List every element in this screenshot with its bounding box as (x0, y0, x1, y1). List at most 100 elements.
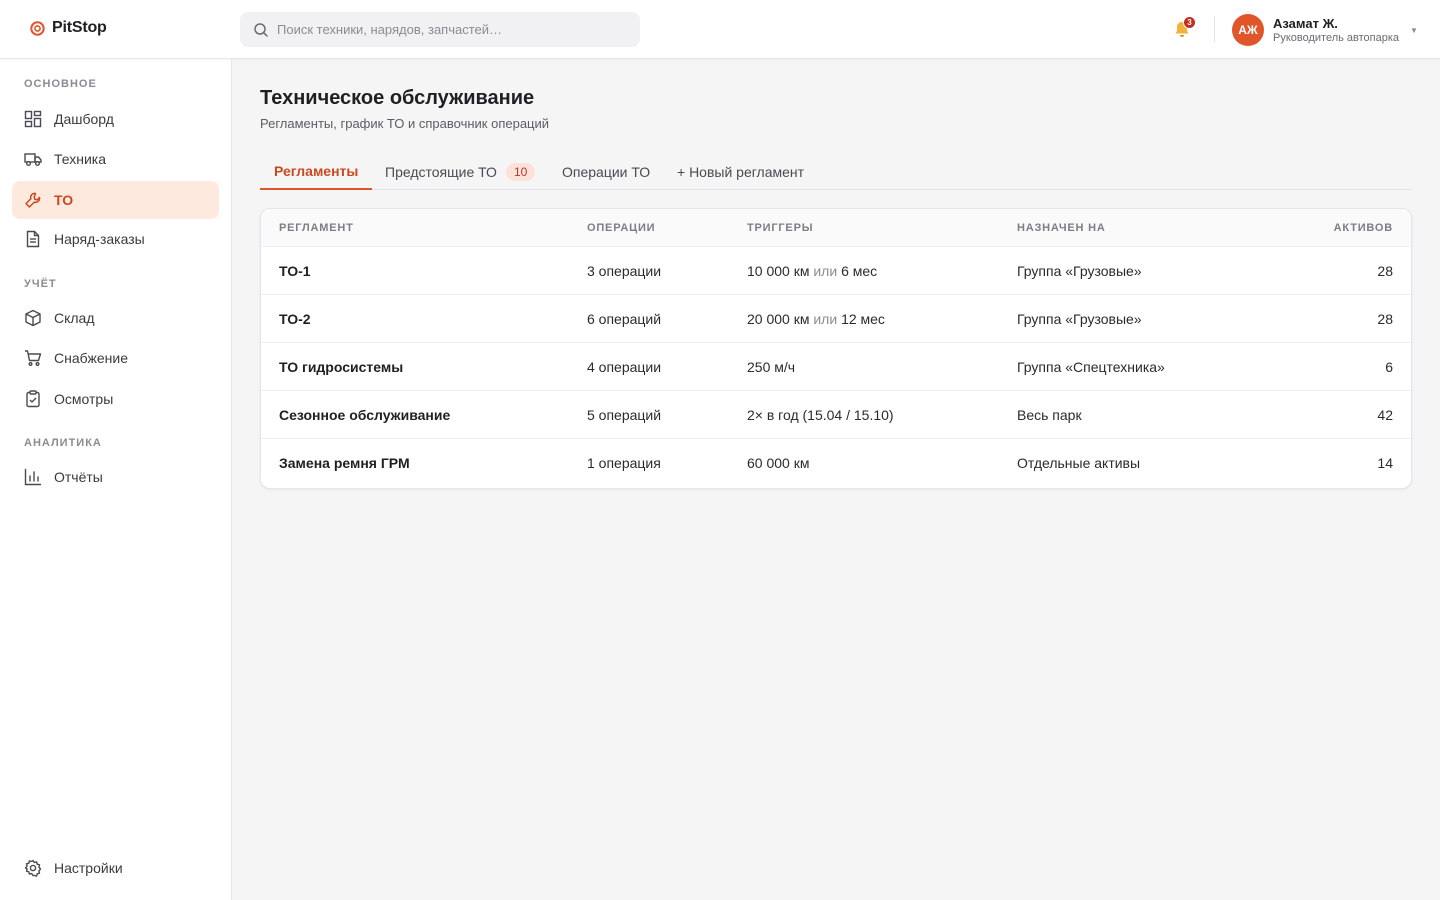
search-icon (253, 22, 269, 38)
sidebar-item-dashboard[interactable]: Дашборд (12, 100, 219, 138)
column-header: НАЗНАЧЕН НА (1017, 222, 1106, 234)
regulation-name: ТО гидросистемы (279, 359, 404, 375)
notifications-button[interactable]: 3 (1173, 16, 1196, 40)
assigned-to: Отдельные активы (1017, 455, 1141, 471)
dashboard-icon (24, 110, 42, 128)
sidebar-item-warehouse[interactable]: Склад (12, 299, 219, 337)
notification-count-badge: 3 (1183, 16, 1196, 29)
trigger-primary: 2× в год (15.04 / 15.10) (747, 407, 894, 423)
trigger: 250 м/ч (747, 359, 795, 375)
user-menu[interactable]: АЖ Азамат Ж. Руководитель автопарка ▼ (1232, 14, 1418, 46)
tab-label: Предстоящие ТО (385, 164, 497, 180)
assets-count: 28 (1377, 311, 1393, 327)
sidebar-item-label: Осмотры (54, 391, 114, 407)
sidebar-item-work-orders[interactable]: Наряд-заказы (12, 220, 219, 258)
operations-count: 6 операций (587, 311, 662, 327)
header-divider (1214, 16, 1215, 43)
search-input[interactable] (277, 22, 617, 37)
sidebar-item-label: Склад (54, 310, 95, 326)
assigned-to: Группа «Грузовые» (1017, 311, 1142, 327)
app-name: PitStop (52, 19, 107, 36)
new-regulation-button[interactable]: + Новый регламент (677, 154, 804, 190)
trigger: 60 000 км (747, 455, 809, 471)
trigger: 20 000 км или 12 мес (747, 311, 885, 327)
operations-count: 1 операция (587, 455, 661, 471)
page-subtitle: Регламенты, график ТО и справочник опера… (260, 116, 550, 131)
operations-count: 5 операций (587, 407, 662, 423)
sidebar-item-settings[interactable]: Настройки (12, 849, 219, 887)
column-header: ОПЕРАЦИИ (587, 222, 656, 234)
user-name: Азамат Ж. (1273, 15, 1338, 31)
column-header: АКТИВОВ (1333, 222, 1393, 234)
top-bar: PitStop 3 АЖ Азамат Ж. Руководитель авто… (0, 0, 1440, 59)
clipboard-check-icon (24, 390, 42, 408)
logo-icon (29, 20, 46, 37)
table-row[interactable]: ТО гидросистемы 4 операции 250 м/ч Групп… (261, 343, 1411, 391)
tab-operations[interactable]: Операции ТО (562, 154, 650, 190)
table-row[interactable]: ТО-1 3 операции 10 000 км или 6 мес Груп… (261, 247, 1411, 295)
sidebar-section-title: АНАЛИТИКА (24, 437, 102, 449)
sidebar-item-label: Отчёты (54, 469, 103, 485)
sidebar-item-label: Наряд-заказы (54, 231, 145, 247)
assets-count: 6 (1385, 359, 1393, 375)
tab-regulations[interactable]: Регламенты (260, 154, 373, 190)
main-content: Техническое обслуживание Регламенты, гра… (232, 59, 1440, 900)
wrench-icon (24, 191, 42, 209)
regulation-name: Замена ремня ГРМ (279, 455, 410, 471)
trigger-primary: 20 000 км (747, 311, 810, 327)
regulation-name: Сезонное обслуживание (279, 407, 451, 423)
truck-icon (24, 150, 42, 168)
sidebar-item-label: Снабжение (54, 350, 128, 366)
bar-chart-icon (24, 468, 42, 486)
tab-label: Регламенты (274, 163, 359, 179)
trigger-or: или (813, 311, 838, 327)
assigned-to: Группа «Спецтехника» (1017, 359, 1165, 375)
sidebar-section-title: УЧЁТ (24, 278, 57, 290)
trigger: 10 000 км или 6 мес (747, 263, 877, 279)
column-header: ТРИГГЕРЫ (747, 222, 814, 234)
assets-count: 28 (1377, 263, 1393, 279)
trigger-primary: 250 м/ч (747, 359, 796, 375)
trigger-primary: 10 000 км (747, 263, 810, 279)
sidebar-item-vehicles[interactable]: Техника (12, 140, 219, 178)
document-icon (24, 230, 42, 248)
column-header: РЕГЛАМЕНТ (279, 222, 354, 234)
assets-count: 42 (1377, 407, 1393, 423)
sidebar-item-label: ТО (54, 192, 74, 208)
tab-upcoming[interactable]: Предстоящие ТО 10 (385, 154, 536, 190)
page-title: Техническое обслуживание (260, 87, 535, 109)
sidebar-item-maintenance[interactable]: ТО (12, 181, 219, 219)
sidebar-item-procurement[interactable]: Снабжение (12, 339, 219, 377)
sidebar-item-inspections[interactable]: Осмотры (12, 380, 219, 418)
assigned-to: Группа «Грузовые» (1017, 263, 1142, 279)
regulation-name: ТО-1 (279, 263, 311, 279)
tab-label: Операции ТО (562, 164, 651, 180)
search-bar[interactable] (240, 12, 640, 47)
trigger-secondary: 12 мес (841, 311, 885, 327)
operations-count: 4 операции (587, 359, 662, 375)
app-logo[interactable]: PitStop (29, 19, 107, 37)
box-icon (24, 309, 42, 327)
gear-icon (24, 859, 42, 877)
trigger-secondary: 6 мес (841, 263, 878, 279)
operations-count: 3 операции (587, 263, 662, 279)
sidebar-item-reports[interactable]: Отчёты (12, 458, 219, 496)
avatar: АЖ (1232, 14, 1264, 46)
tabs: Регламенты Предстоящие ТО 10 Операции ТО… (260, 154, 1412, 190)
trigger-or: или (813, 263, 838, 279)
table-header: РЕГЛАМЕНТ ОПЕРАЦИИ ТРИГГЕРЫ НАЗНАЧЕН НА … (261, 209, 1411, 247)
assigned-to: Весь парк (1017, 407, 1082, 423)
user-role: Руководитель автопарка (1273, 31, 1400, 44)
chevron-down-icon: ▼ (1410, 25, 1418, 35)
trigger: 2× в год (15.04 / 15.10) (747, 407, 894, 423)
regulations-table: РЕГЛАМЕНТ ОПЕРАЦИИ ТРИГГЕРЫ НАЗНАЧЕН НА … (260, 208, 1412, 489)
cart-icon (24, 349, 42, 367)
sidebar: ОСНОВНОЕ Дашборд Техника ТО Наряд-заказы… (0, 59, 232, 900)
tab-count-badge: 10 (505, 163, 536, 181)
assets-count: 14 (1377, 455, 1393, 471)
trigger-primary: 60 000 км (747, 455, 810, 471)
table-row[interactable]: Замена ремня ГРМ 1 операция 60 000 км От… (261, 439, 1411, 487)
table-row[interactable]: Сезонное обслуживание 5 операций 2× в го… (261, 391, 1411, 439)
sidebar-item-label: Техника (54, 151, 107, 167)
table-row[interactable]: ТО-2 6 операций 20 000 км или 12 мес Гру… (261, 295, 1411, 343)
